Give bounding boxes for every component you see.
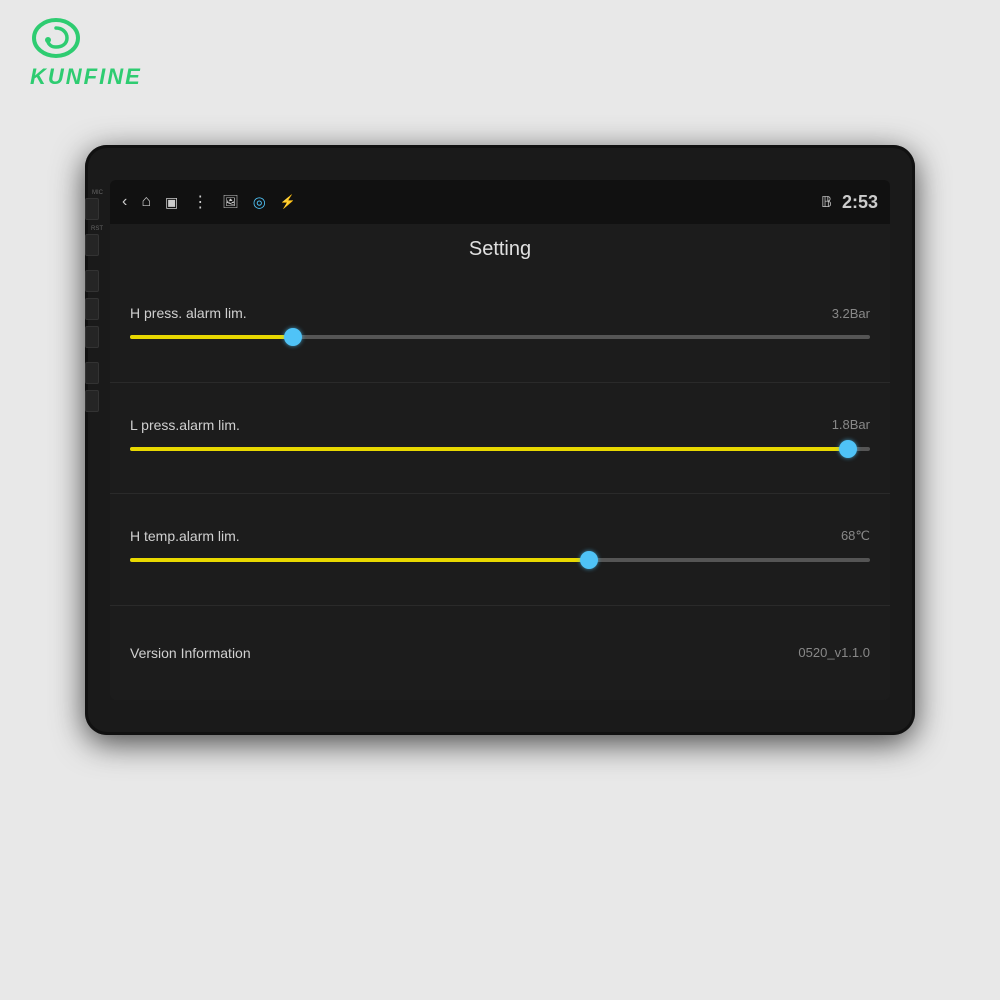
rst-button[interactable] xyxy=(85,234,99,256)
vol-down-button[interactable] xyxy=(85,362,99,384)
h-temp-label: H temp.alarm lim. xyxy=(130,528,240,544)
screen: ‹ ⌂ ▣ ⋮ 🖼 ◎ ⚡ 𝔹 2:53 Setting H press. al… xyxy=(110,180,890,700)
h-temp-value: 68℃ xyxy=(841,528,870,544)
h-press-slider[interactable] xyxy=(130,327,870,347)
l-press-label: L press.alarm lim. xyxy=(130,417,240,433)
status-bar: ‹ ⌂ ▣ ⋮ 🖼 ◎ ⚡ 𝔹 2:53 xyxy=(110,180,890,224)
home-side-button[interactable] xyxy=(85,298,99,320)
usb-icon: ⚡ xyxy=(280,194,296,210)
h-press-label: H press. alarm lim. xyxy=(130,305,247,321)
time-display: 2:53 xyxy=(842,192,878,213)
version-label: Version Information xyxy=(130,645,251,661)
kunfine-logo-icon xyxy=(30,18,82,60)
version-value: 0520_v1.1.0 xyxy=(798,645,870,660)
slider-track-fill-h-temp xyxy=(130,558,589,562)
recent-apps-button[interactable]: ▣ xyxy=(165,194,178,211)
unit-left-controls: MIC RST xyxy=(85,190,103,418)
slider-thumb-h-press[interactable] xyxy=(284,328,302,346)
image-button[interactable]: 🖼 xyxy=(222,194,239,210)
back-button[interactable]: ‹ xyxy=(122,193,127,211)
slider-thumb-h-temp[interactable] xyxy=(580,551,598,569)
settings-list: H press. alarm lim. 3.2Bar L press.alarm… xyxy=(110,271,890,700)
back-side-button[interactable] xyxy=(85,326,99,348)
setting-label-row-l-press: L press.alarm lim. 1.8Bar xyxy=(130,417,870,433)
logo-area: KUNFINE xyxy=(30,18,142,90)
main-content: Setting H press. alarm lim. 3.2Bar xyxy=(110,224,890,700)
mic-label: MIC xyxy=(85,190,103,196)
status-right: 𝔹 2:53 xyxy=(821,192,878,213)
mic-button[interactable] xyxy=(85,198,99,220)
slider-thumb-l-press[interactable] xyxy=(839,440,857,458)
rst-label: RST xyxy=(85,226,103,232)
setting-row-h-press: H press. alarm lim. 3.2Bar xyxy=(110,271,890,383)
menu-button[interactable]: ⋮ xyxy=(192,192,208,212)
page-title: Setting xyxy=(110,224,890,271)
settings-circle-button[interactable]: ◎ xyxy=(253,193,266,211)
h-temp-slider[interactable] xyxy=(130,550,870,570)
l-press-value: 1.8Bar xyxy=(832,417,870,432)
bluetooth-icon: 𝔹 xyxy=(821,193,832,211)
power-button[interactable] xyxy=(85,270,99,292)
brand-name: KUNFINE xyxy=(30,64,142,90)
vol-up-button[interactable] xyxy=(85,390,99,412)
version-info-row: Version Information 0520_v1.1.0 xyxy=(110,606,890,701)
nav-icons: ‹ ⌂ ▣ ⋮ 🖼 ◎ ⚡ xyxy=(122,192,821,212)
setting-label-row-h-temp: H temp.alarm lim. 68℃ xyxy=(130,528,870,544)
slider-track-fill-l-press xyxy=(130,447,848,451)
setting-row-l-press: L press.alarm lim. 1.8Bar xyxy=(110,383,890,495)
setting-row-h-temp: H temp.alarm lim. 68℃ xyxy=(110,494,890,606)
setting-label-row-h-press: H press. alarm lim. 3.2Bar xyxy=(130,305,870,321)
slider-track-fill-h-press xyxy=(130,335,293,339)
l-press-slider[interactable] xyxy=(130,439,870,459)
home-button[interactable]: ⌂ xyxy=(141,193,151,211)
car-unit: ‹ ⌂ ▣ ⋮ 🖼 ◎ ⚡ 𝔹 2:53 Setting H press. al… xyxy=(85,145,915,735)
h-press-value: 3.2Bar xyxy=(832,306,870,321)
